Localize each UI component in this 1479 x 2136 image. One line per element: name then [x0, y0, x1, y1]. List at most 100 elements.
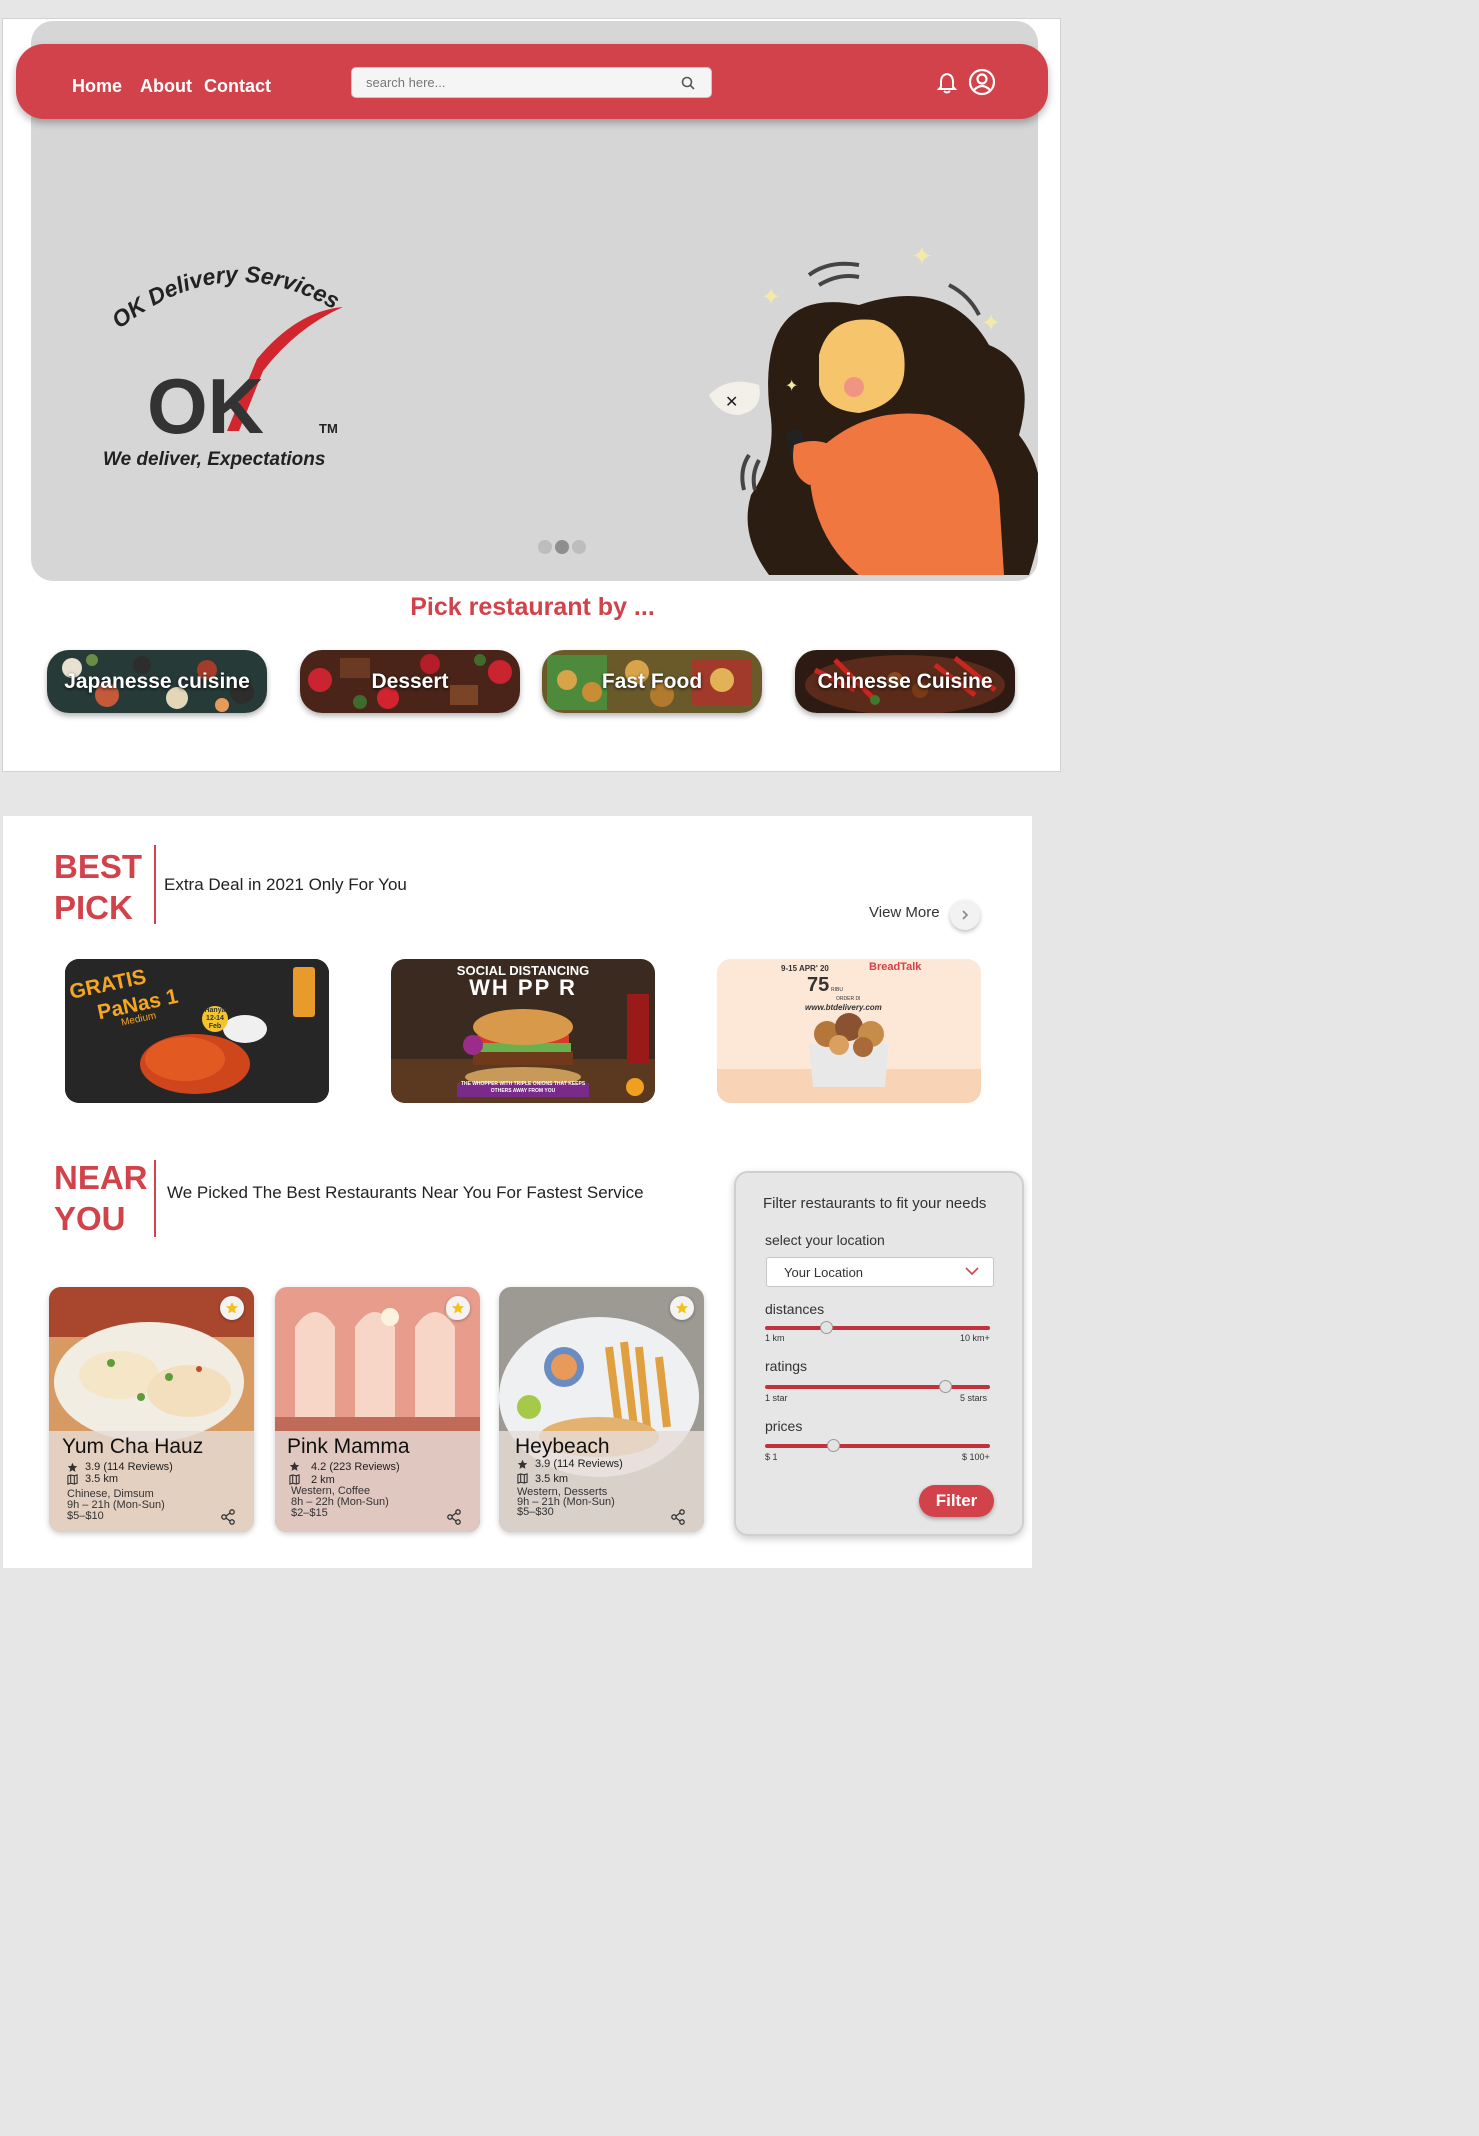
favorite-button[interactable]: [446, 1296, 470, 1320]
search-icon[interactable]: [681, 76, 695, 90]
favorite-button[interactable]: [220, 1296, 244, 1320]
near-you-title-line2: YOU: [54, 1200, 126, 1237]
filter-button[interactable]: Filter: [919, 1485, 994, 1517]
promo-card-whopper[interactable]: SOCIAL DISTANCING WH PP R THE WHOPPER WI…: [391, 959, 655, 1103]
restaurant-rating: 3.9 (114 Reviews): [535, 1458, 623, 1470]
logo-ok-text: OK: [147, 362, 264, 450]
rating-star-icon: [289, 1461, 300, 1471]
promo-bt-order: ORDER DI: [836, 996, 861, 1002]
carousel-dots[interactable]: [538, 540, 586, 554]
share-icon[interactable]: [220, 1509, 236, 1525]
carousel-dot[interactable]: [538, 540, 552, 554]
divider: [154, 1160, 156, 1237]
promo-whopper-tagline: THE WHOPPER WITH TRIPLE ONIONS THAT KEEP…: [460, 1081, 586, 1094]
promo-bt-brand: BreadTalk: [869, 961, 922, 973]
nav-about[interactable]: About: [140, 76, 192, 97]
rating-star-icon: [517, 1459, 528, 1469]
location-select[interactable]: Your Location: [766, 1257, 994, 1287]
pick-restaurant-title: Pick restaurant by ...: [410, 593, 655, 621]
restaurant-name: Heybeach: [515, 1435, 610, 1458]
promo-bt-unit: RIBU: [831, 987, 843, 993]
near-you-title-line1: NEAR: [54, 1159, 148, 1196]
svg-text:✦: ✦: [785, 376, 798, 395]
best-pick-title: BEST PICK: [54, 846, 142, 928]
map-icon: [289, 1474, 300, 1485]
search-input[interactable]: [352, 68, 662, 97]
slider-max-label: 5 stars: [960, 1393, 988, 1403]
svg-text:✦: ✦: [981, 309, 1001, 337]
share-icon[interactable]: [446, 1509, 462, 1525]
star-icon: [226, 1302, 238, 1314]
slider-min-label: 1 star: [765, 1393, 788, 1403]
filter-panel: Filter restaurants to fit your needs sel…: [734, 1171, 1024, 1536]
category-japanese[interactable]: Japanesse cuisine: [47, 650, 267, 713]
slider-min-label: $ 1: [765, 1452, 778, 1462]
slider-thumb[interactable]: [939, 1380, 952, 1393]
slider-max-label: 10 km+: [960, 1333, 990, 1343]
svg-text:✦: ✦: [761, 283, 781, 311]
category-label: Chinesse Cuisine: [817, 669, 993, 693]
category-label: Japanesse cuisine: [64, 669, 250, 693]
nav-home[interactable]: Home: [72, 76, 122, 97]
bell-icon[interactable]: [937, 72, 957, 94]
promo-card-panas[interactable]: GRATIS PaNas 1 Medium Hanya 12-14 Feb: [65, 959, 329, 1103]
category-dessert[interactable]: Dessert: [300, 650, 520, 713]
slider-thumb[interactable]: [826, 1439, 840, 1452]
category-chinese[interactable]: Chinesse Cuisine: [795, 650, 1015, 713]
rating-slider[interactable]: [765, 1380, 990, 1393]
promo-bt-url: www.btdelivery.com: [805, 1003, 882, 1012]
search-bar[interactable]: [351, 67, 712, 98]
promo-bt-dates: 9-15 APR' 20: [781, 964, 829, 973]
promo-whopper-text: WH PP R: [469, 975, 577, 1000]
top-navbar: Home About Contact: [16, 44, 1048, 119]
user-profile-icon[interactable]: [968, 68, 996, 96]
restaurant-distance: 3.5 km: [535, 1473, 569, 1485]
bottom-section: BEST PICK Extra Deal in 2021 Only For Yo…: [3, 816, 1032, 1568]
best-pick-title-line2: PICK: [54, 889, 133, 926]
nav-contact[interactable]: Contact: [204, 76, 271, 97]
view-more-button[interactable]: [950, 900, 980, 930]
star-icon: [452, 1302, 464, 1314]
logo-tm: TM: [319, 421, 338, 436]
girl-illustration: ✕ ✦ ✦ ✦ ✦: [709, 242, 1038, 575]
favorite-button[interactable]: [670, 1296, 694, 1320]
restaurant-card-heybeach[interactable]: Heybeach 3.9 (114 Reviews) 3.5 km Wester…: [499, 1287, 704, 1532]
logo-tagline: We deliver, Expectations: [103, 449, 325, 470]
price-slider[interactable]: [765, 1439, 990, 1452]
divider: [154, 845, 156, 924]
restaurant-card-yum-cha-hauz[interactable]: Yum Cha Hauz 3.9 (114 Reviews) 3.5 km Ch…: [49, 1287, 254, 1532]
map-icon: [67, 1474, 78, 1485]
restaurant-distance: 3.5 km: [85, 1473, 119, 1485]
slider-max-label: $ 100+: [962, 1452, 990, 1462]
near-you-title: NEAR YOU: [54, 1157, 148, 1239]
ratings-label: ratings: [765, 1358, 808, 1374]
location-label: select your location: [765, 1232, 885, 1248]
category-fast-food[interactable]: Fast Food: [542, 650, 762, 713]
category-label: Dessert: [371, 669, 449, 693]
distance-slider[interactable]: [765, 1321, 990, 1334]
prices-label: prices: [765, 1418, 803, 1434]
carousel-dot-active[interactable]: [555, 540, 569, 554]
restaurant-card-pink-mamma[interactable]: Pink Mamma 4.2 (223 Reviews) 2 km Wester…: [275, 1287, 480, 1532]
chevron-down-icon: [965, 1267, 979, 1276]
best-pick-subtitle: Extra Deal in 2021 Only For You: [164, 875, 407, 894]
breadtalk-image: [717, 959, 981, 1103]
distances-label: distances: [765, 1301, 825, 1317]
ok-delivery-logo: OK Delivery Services OK TM We deliver, E…: [103, 261, 344, 470]
slider-min-label: 1 km: [765, 1333, 785, 1343]
top-section: OK Delivery Services OK TM We deliver, E…: [2, 18, 1061, 772]
restaurant-price: $5–$30: [517, 1506, 554, 1518]
restaurant-name: Pink Mamma: [287, 1435, 410, 1458]
svg-text:✦: ✦: [911, 242, 933, 272]
chevron-right-icon: [962, 910, 969, 920]
restaurant-price: $2–$15: [291, 1507, 328, 1519]
restaurant-rating: 3.9 (114 Reviews): [85, 1461, 173, 1473]
share-icon[interactable]: [670, 1509, 686, 1525]
promo-bt-price: 75: [807, 974, 830, 996]
slider-thumb[interactable]: [819, 1321, 833, 1334]
promo-card-breadtalk[interactable]: 9-15 APR' 20 BreadTalk 75 RIBU ORDER DI …: [717, 959, 981, 1103]
best-pick-title-line1: BEST: [54, 848, 143, 885]
view-more-link[interactable]: View More: [869, 904, 940, 921]
carousel-dot[interactable]: [572, 540, 586, 554]
restaurant-name: Yum Cha Hauz: [62, 1435, 204, 1458]
